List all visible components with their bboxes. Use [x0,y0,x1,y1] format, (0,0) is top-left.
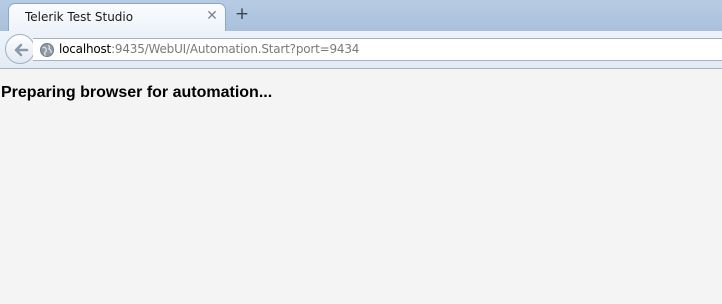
tab-title: Telerik Test Studio [25,10,134,24]
tab-strip: Telerik Test Studio ✕ + [0,0,722,31]
plus-icon[interactable]: + [233,5,251,23]
url-path: :9435/WebUI/Automation.Start?port=9434 [111,42,360,56]
close-icon[interactable]: ✕ [204,8,220,24]
navigation-bar: localhost:9435/WebUI/Automation.Start?po… [0,31,722,69]
globe-icon [40,43,54,57]
url-bar[interactable]: localhost:9435/WebUI/Automation.Start?po… [33,38,722,61]
url-host: localhost [59,42,112,56]
url-text[interactable]: localhost:9435/WebUI/Automation.Start?po… [59,42,359,56]
browser-window: Telerik Test Studio ✕ + localhost:9435/W… [0,0,722,304]
tab-telerik-test-studio[interactable]: Telerik Test Studio ✕ [8,3,226,31]
page-heading: Preparing browser for automation... [1,84,273,101]
page-content: Preparing browser for automation... [0,69,722,304]
back-arrow-icon [14,43,29,57]
back-button[interactable] [5,34,35,64]
